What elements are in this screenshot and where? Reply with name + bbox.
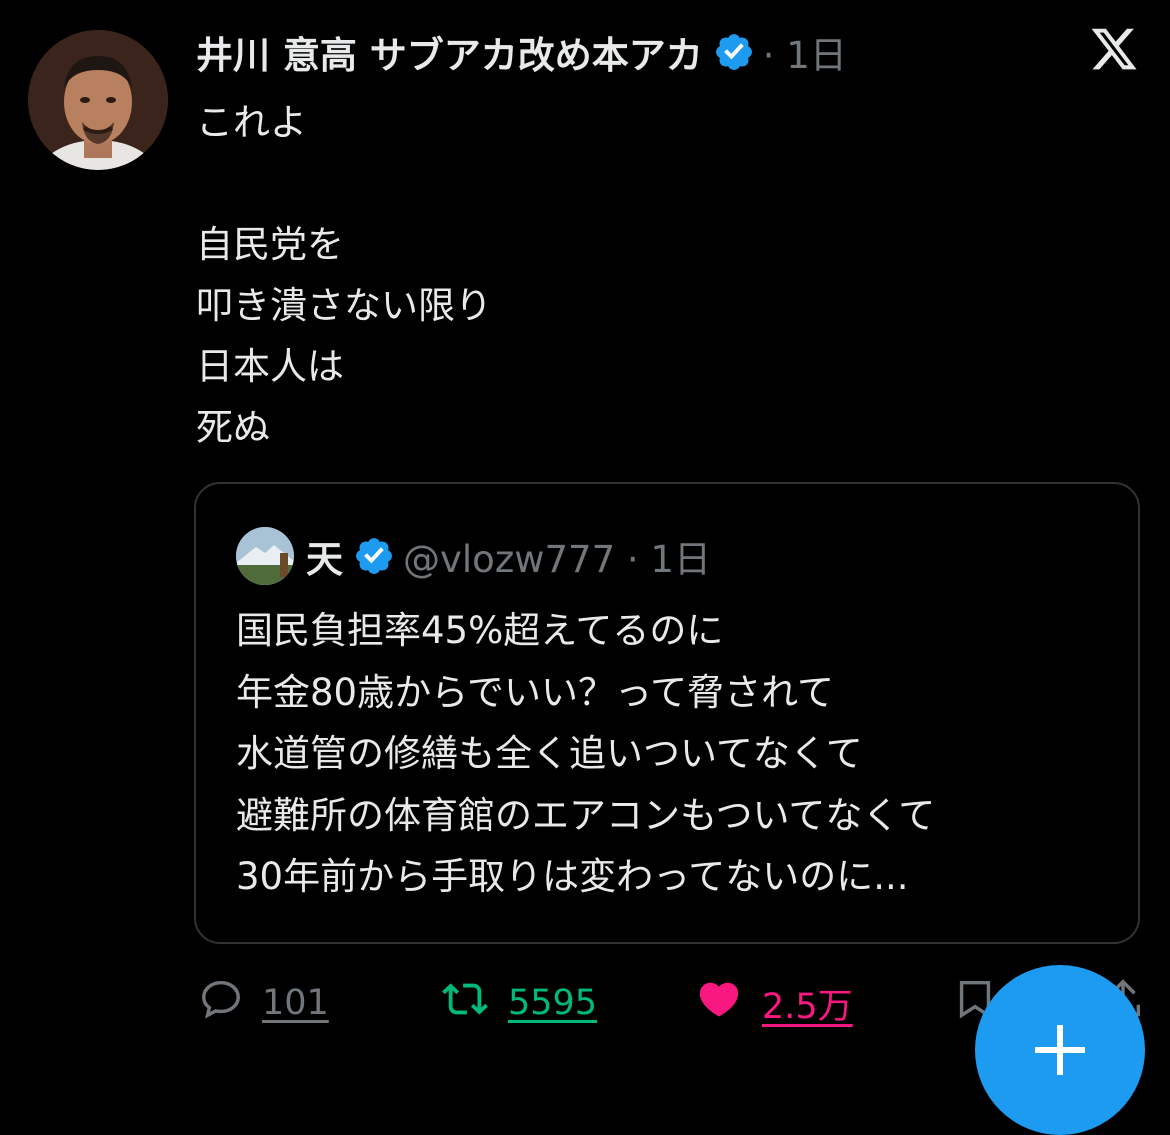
tweet-line: 叩き潰さない限り [196,284,492,327]
quoted-line: 国民負担率45%超えてるのに [236,609,724,652]
quoted-line: 30年前から手取りは変わってないのに... [236,855,909,898]
like-button[interactable]: 2.5万 [694,975,853,1031]
reply-button[interactable]: 101 [198,975,329,1031]
reply-count: 101 [262,983,329,1023]
quoted-tweet[interactable]: 天 @vlozw777 · 1日 国民負担率45%超えてるのに 年金80歳からで… [194,482,1140,944]
author-name[interactable]: 井川 意高 サブアカ改め本アカ [196,25,703,79]
retweet-icon [440,976,490,1031]
retweet-count: 5595 [508,983,598,1023]
x-logo-icon[interactable] [1088,24,1140,74]
heart-icon [694,976,744,1031]
tweet-line [196,153,492,214]
tweet-line: 日本人は [196,345,344,388]
compose-button[interactable] [975,965,1145,1135]
quoted-line: 避難所の体育館のエアコンもついてなくて [236,793,936,837]
tweet-time[interactable]: · 1日 [763,25,847,79]
verified-badge-icon [713,31,755,73]
author-avatar[interactable] [28,30,168,170]
quoted-handle-time[interactable]: @vlozw777 · 1日 [403,529,711,583]
plus-icon [1029,1019,1091,1085]
tweet-line: これよ [196,101,307,144]
tweet-text: これよ 自民党を 叩き潰さない限り 日本人は 死ぬ [196,92,492,458]
quoted-author-avatar[interactable] [236,527,294,585]
retweet-button[interactable]: 5595 [440,975,597,1031]
tweet-line: 自民党を [196,223,344,266]
quoted-tweet-header: 天 @vlozw777 · 1日 [236,527,711,585]
quoted-line: 年金80歳からでいい？って脅されて [236,670,835,714]
tweet-line: 死ぬ [196,406,270,449]
reply-icon [198,976,244,1031]
quoted-author-name[interactable]: 天 [306,529,343,583]
quoted-tweet-text: 国民負担率45%超えてるのに 年金80歳からでいい？って脅されて 水道管の修繕も… [236,600,935,908]
like-count: 2.5万 [762,986,853,1027]
verified-badge-icon [353,535,395,577]
tweet-header: 井川 意高 サブアカ改め本アカ · 1日 [196,24,847,80]
quoted-line: 水道管の修繕も全く追いついてなくて [236,732,863,775]
